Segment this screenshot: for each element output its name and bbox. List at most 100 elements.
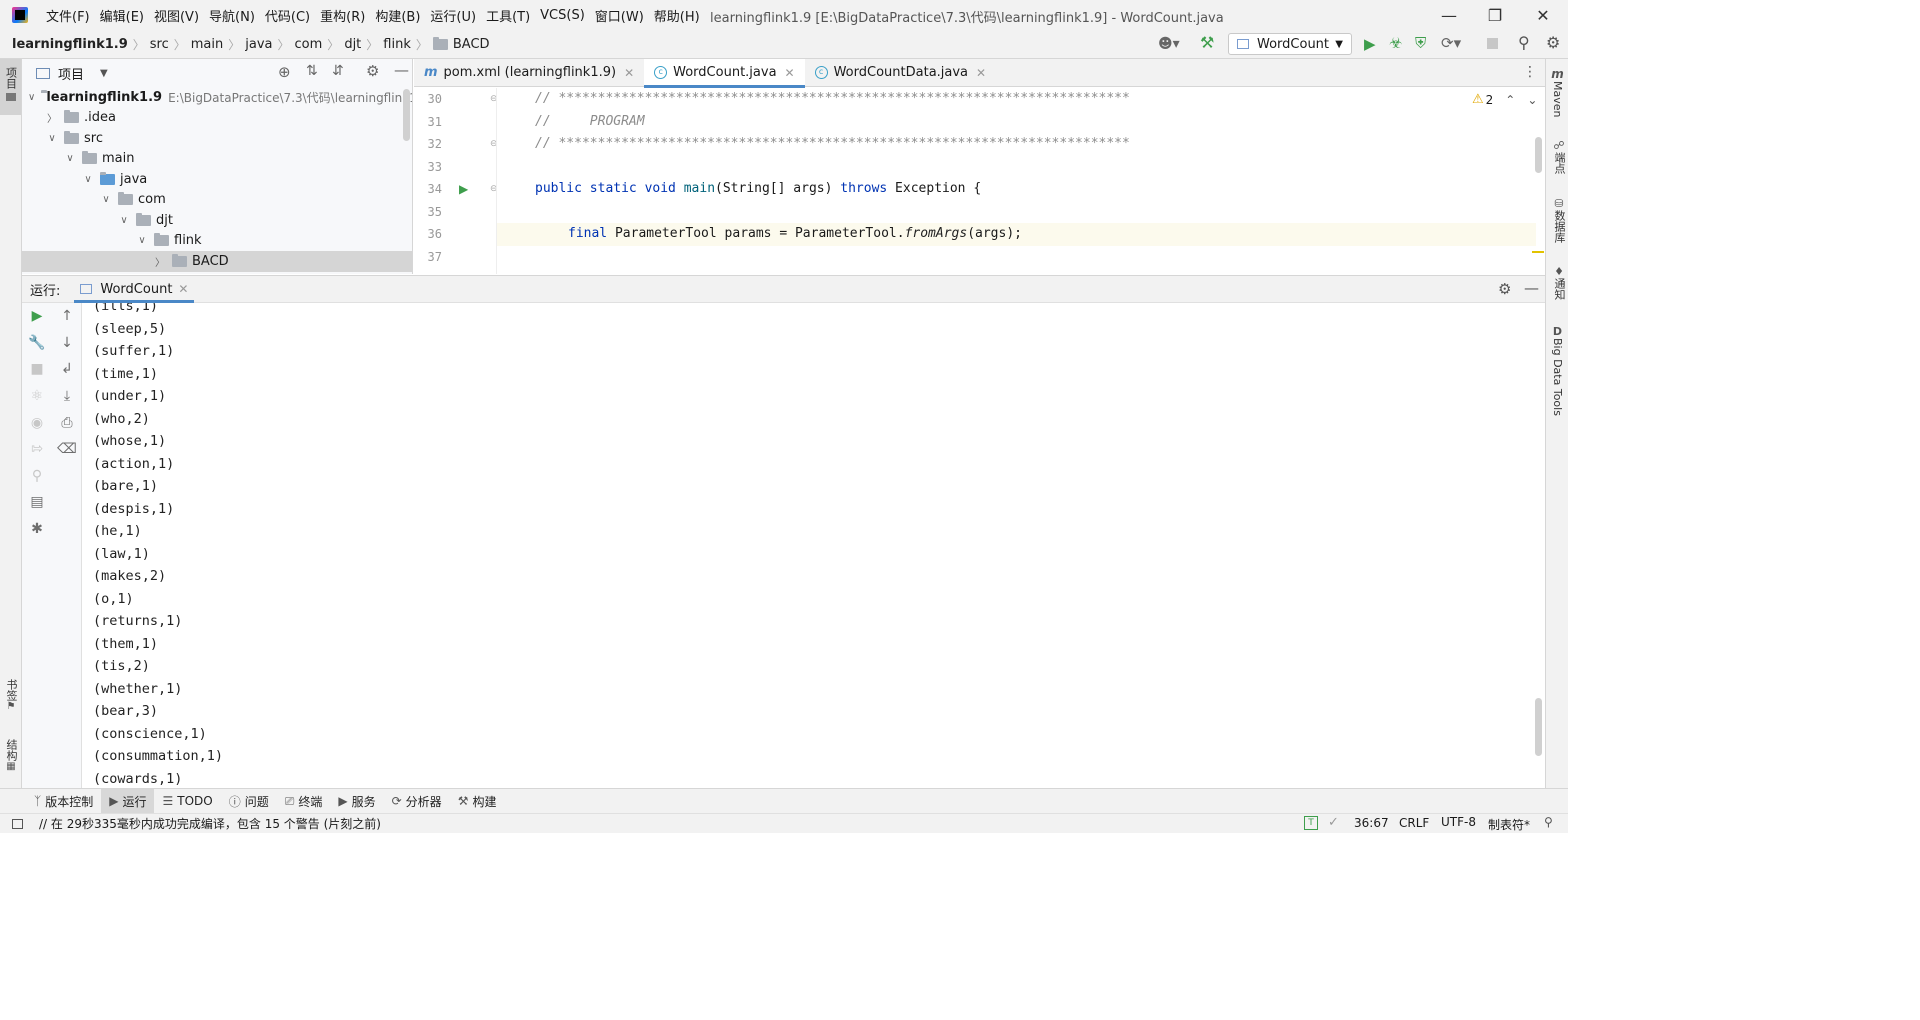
tab-wordcount-java[interactable]: c WordCount.java ✕	[644, 58, 806, 88]
chevron-right-icon[interactable]: 〉	[154, 254, 166, 269]
tree-item-java[interactable]: ∨ java	[22, 169, 412, 190]
soft-wrap-icon[interactable]: ↲	[52, 356, 82, 383]
menu-refactor[interactable]: 重构(R)	[320, 6, 365, 25]
pin-icon[interactable]: ✱	[22, 516, 52, 543]
project-view-label[interactable]: 项目	[58, 64, 84, 83]
inspection-widget[interactable]: ⚠ 2 ⌃ ⌄	[1472, 92, 1537, 107]
menu-navigate[interactable]: 导航(N)	[209, 6, 255, 25]
chevron-down-icon[interactable]: ∨	[64, 153, 76, 164]
tab-problems[interactable]: ⓘ 问题	[221, 789, 277, 814]
project-tool-tab[interactable]: 项目	[0, 59, 21, 115]
breadcrumb-djt[interactable]: djt	[344, 37, 361, 52]
line-separator[interactable]: CRLF	[1399, 816, 1429, 830]
close-tab-icon[interactable]: ✕	[976, 66, 986, 80]
close-tab-icon[interactable]: ✕	[178, 282, 188, 296]
chevron-down-icon[interactable]: ∨	[118, 215, 130, 226]
lock-icon[interactable]: ⚲	[1544, 815, 1553, 829]
breadcrumb-java[interactable]: java	[245, 37, 272, 52]
file-encoding[interactable]: UTF-8	[1441, 815, 1476, 829]
layout-icon[interactable]: ▤	[22, 489, 52, 516]
toggle-panels-icon[interactable]	[12, 818, 23, 829]
scroll-to-end-icon[interactable]: ⤓	[52, 383, 82, 410]
notifications-tool-tab[interactable]: ♦ 通知	[1551, 265, 1567, 300]
magnifier-icon[interactable]: ⚲	[22, 463, 52, 490]
menu-run[interactable]: 运行(U)	[430, 6, 476, 25]
collapse-all-icon[interactable]: ⇵	[332, 63, 344, 79]
settings-gear-icon[interactable]: ⚙	[1546, 33, 1560, 52]
progress-check-icon[interactable]: ✓	[1328, 815, 1339, 830]
profiler-icon[interactable]: ⟳▾	[1441, 34, 1461, 52]
menu-file[interactable]: 文件(F)	[46, 6, 90, 25]
close-window-button[interactable]: ✕	[1520, 0, 1566, 30]
wrench-icon[interactable]: 🔧	[22, 330, 52, 357]
run-settings-icon[interactable]: ⚙	[1498, 280, 1511, 298]
vcs-user-button[interactable]: ☻▾	[1158, 34, 1180, 54]
tree-scrollbar[interactable]	[403, 89, 410, 141]
stop-icon[interactable]: ■	[22, 356, 52, 383]
tab-terminal[interactable]: ⎚ 终端	[277, 789, 331, 814]
run-config-select[interactable]: WordCount ▼	[1228, 33, 1352, 55]
menu-window[interactable]: 窗口(W)	[595, 6, 644, 25]
console-scrollbar[interactable]	[1535, 698, 1542, 756]
camera-icon[interactable]: ◉	[22, 409, 52, 436]
menu-tools[interactable]: 工具(T)	[486, 6, 530, 25]
hide-panel-icon[interactable]: —	[394, 61, 409, 79]
tab-profiler[interactable]: ⟳ 分析器	[384, 789, 450, 814]
run-gutter-icon[interactable]: ▶	[459, 182, 468, 196]
breadcrumb-flink[interactable]: flink	[383, 37, 411, 52]
chevron-down-icon[interactable]: ∨	[100, 194, 112, 205]
expand-all-icon[interactable]: ⇅	[306, 63, 318, 79]
breadcrumb-project[interactable]: learningflink1.9	[12, 37, 128, 52]
tree-item-com[interactable]: ∨ com	[22, 190, 412, 211]
database-tool-tab[interactable]: ⛁ 数据库	[1551, 197, 1567, 243]
build-hammer-icon[interactable]: ⚒	[1200, 33, 1214, 52]
close-tab-icon[interactable]: ✕	[785, 66, 795, 80]
chevron-down-icon[interactable]: ∨	[82, 174, 94, 185]
panel-settings-icon[interactable]: ⚙	[366, 62, 379, 80]
menu-edit[interactable]: 编辑(E)	[100, 6, 144, 25]
menu-build[interactable]: 构建(B)	[375, 6, 420, 25]
menu-code[interactable]: 代码(C)	[265, 6, 310, 25]
chevron-right-icon[interactable]: 〉	[46, 110, 58, 125]
locate-file-icon[interactable]: ⊕	[278, 63, 291, 81]
tab-build[interactable]: ⚒ 构建	[450, 789, 505, 814]
tab-run[interactable]: ▶ 运行	[101, 788, 155, 814]
run-tab-wordcount[interactable]: WordCount ✕	[74, 275, 195, 303]
tree-item-idea[interactable]: 〉 .idea	[22, 108, 412, 129]
minimize-button[interactable]: —	[1426, 0, 1472, 30]
tree-item-djt[interactable]: ∨ djt	[22, 210, 412, 231]
tree-item-project-root[interactable]: ∨ learningflink1.9 E:\BigDataPractice\7.…	[22, 87, 412, 108]
tree-item-bacd[interactable]: 〉 BACD	[22, 251, 412, 272]
console-output[interactable]: (ills,1) (sleep,5) (suffer,1) (time,1) (…	[83, 303, 1533, 788]
restore-layout-icon[interactable]: ⚛	[22, 383, 52, 410]
arrow-up-icon[interactable]: ↑	[52, 303, 82, 330]
menu-vcs[interactable]: VCS(S)	[540, 8, 585, 23]
tasks-icon[interactable]: T	[1304, 816, 1318, 830]
exit-icon[interactable]: ⇰	[22, 436, 52, 463]
run-icon[interactable]: ▶	[1364, 35, 1376, 53]
chevron-down-icon[interactable]: ∨	[46, 133, 58, 144]
breadcrumb-main[interactable]: main	[191, 37, 223, 52]
chevron-up-icon[interactable]: ⌃	[1505, 93, 1515, 107]
print-icon[interactable]: ⎙	[52, 409, 82, 436]
tab-wordcountdata-java[interactable]: c WordCountData.java ✕	[805, 59, 997, 87]
big-data-tools-tab[interactable]: D Big Data Tools	[1551, 325, 1564, 416]
coverage-icon[interactable]: ⛨	[1415, 34, 1426, 52]
tree-item-flink[interactable]: ∨ flink	[22, 231, 412, 252]
tree-item-src[interactable]: ∨ src	[22, 128, 412, 149]
tab-pom-xml[interactable]: m pom.xml (learningflink1.9) ✕	[414, 59, 644, 87]
indent-setting[interactable]: 制表符*	[1488, 816, 1530, 833]
code-view[interactable]: // *************************************…	[496, 88, 1536, 274]
bookmarks-tool-tab[interactable]: 书签 ⚑	[3, 679, 19, 712]
chevron-down-icon[interactable]: ⌄	[1527, 93, 1537, 107]
maven-tool-tab[interactable]: m Maven	[1551, 67, 1564, 117]
hide-run-panel-icon[interactable]: —	[1524, 279, 1539, 297]
more-tabs-icon[interactable]: ⋮	[1523, 64, 1537, 80]
close-tab-icon[interactable]: ✕	[624, 66, 634, 80]
editor-scrollbar[interactable]	[1535, 137, 1542, 173]
caret-position[interactable]: 36:67	[1354, 816, 1389, 830]
trash-icon[interactable]: ⌫	[52, 436, 82, 463]
stop-icon[interactable]	[1487, 38, 1498, 49]
debug-icon[interactable]: ☣	[1389, 34, 1402, 52]
breadcrumb-src[interactable]: src	[150, 37, 169, 52]
